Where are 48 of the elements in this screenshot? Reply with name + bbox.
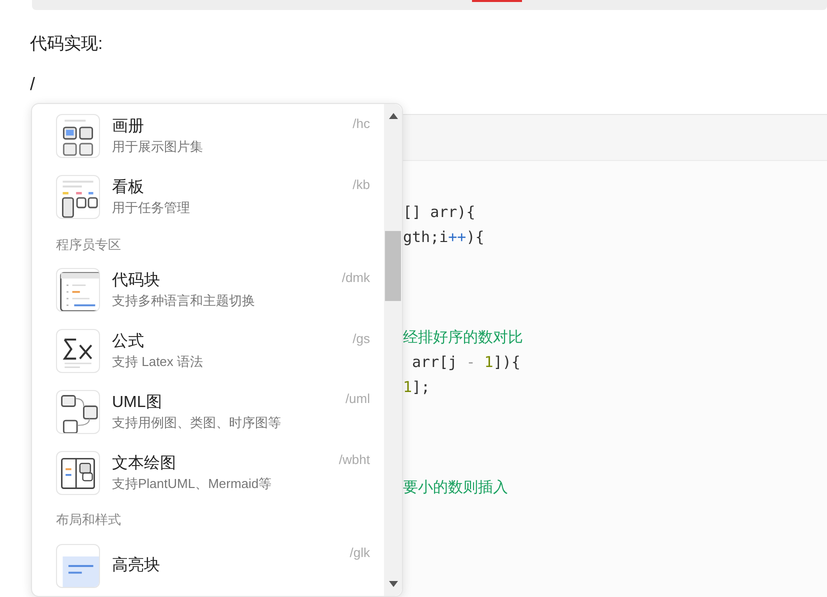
sigma-formula-icon (56, 329, 100, 373)
menu-item[interactable]: UML图 支持用例图、类图、时序图等 /uml (56, 381, 370, 442)
menu-item-shortcut: /kb (352, 176, 370, 194)
menu-item-shortcut: /gs (352, 330, 370, 348)
menu-section-header: 布局和样式 (56, 511, 121, 530)
code-comment: 经排好序的数对比 (403, 327, 523, 348)
menu-item-title: 画册 (112, 117, 144, 138)
text-diagram-icon (56, 450, 100, 495)
menu-item[interactable]: 看板 用于任务管理 /kb (56, 166, 370, 228)
menu-item-title: UML图 (112, 392, 162, 413)
uml-diagram-icon (56, 390, 100, 434)
scrollbar-thumb[interactable] (385, 231, 401, 301)
menu-item-description: 用于任务管理 (112, 199, 190, 218)
menu-item[interactable]: 文本绘图 支持PlantUML、Mermaid等 /wbht (56, 442, 370, 504)
menu-item[interactable]: 公式 支持 Latex 语法 /gs (56, 320, 370, 382)
accent-mark (472, 0, 522, 2)
menu-item-title: 文本绘图 (112, 454, 176, 474)
code-line: arr[j - 1]){ (411, 352, 520, 373)
code-line: [] arr){ (403, 202, 476, 223)
menu-item-shortcut: /dmk (342, 268, 370, 287)
menu-section-header: 程序员专区 (56, 236, 121, 254)
scroll-down-icon[interactable] (388, 581, 398, 587)
menu-item-title: 高亮块 (112, 556, 160, 576)
code-comment: 要小的数则插入 (403, 477, 508, 498)
section-heading: 代码实现: (30, 33, 104, 55)
scroll-up-icon[interactable] (388, 113, 398, 119)
gallery-icon (56, 114, 100, 158)
menu-item-shortcut: /wbht (338, 451, 370, 470)
menu-item[interactable]: 画册 用于展示图片集 /hc (56, 106, 370, 167)
code-block-icon (56, 268, 100, 312)
kanban-board-icon (56, 175, 100, 220)
menu-item-description: 支持 Latex 语法 (112, 353, 204, 371)
menu-item-shortcut: /glk (350, 544, 370, 562)
menu-item-title: 公式 (112, 332, 144, 352)
menu-item-description: 支持PlantUML、Mermaid等 (112, 474, 272, 493)
menu-item-description: 用于展示图片集 (112, 138, 203, 156)
typed-text: / (30, 73, 36, 96)
menu-item-shortcut: /uml (345, 390, 370, 408)
menu-item[interactable]: 高亮块 /glk (56, 535, 370, 596)
menu-item-description: 支持多种语言和主题切换 (112, 292, 255, 310)
menu-item-title: 代码块 (112, 270, 160, 292)
code-line: gth;i++){ (403, 227, 484, 248)
menu-item-shortcut: /hc (352, 115, 370, 133)
menu-item-title: 看板 (112, 178, 144, 198)
menu-item-description: 支持用例图、类图、时序图等 (112, 414, 281, 432)
menu-item[interactable]: 代码块 支持多种语言和主题切换 /dmk (56, 260, 370, 321)
highlight-block-icon (56, 544, 100, 588)
code-line: 1]; (403, 377, 430, 398)
